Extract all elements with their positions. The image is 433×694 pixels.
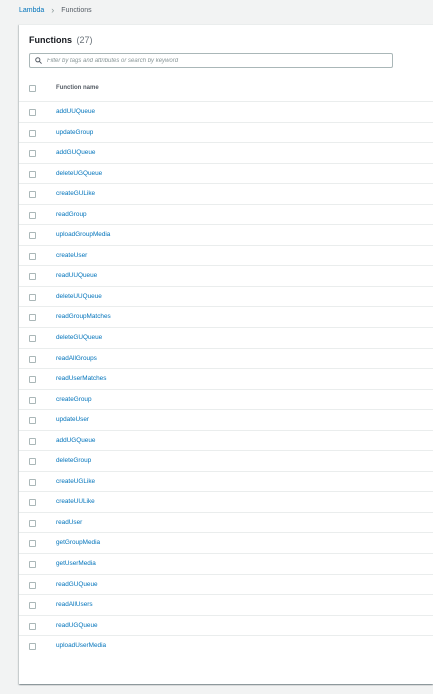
table-row[interactable]: addGUQueue: [19, 143, 433, 164]
table-row[interactable]: updateUser: [19, 410, 433, 431]
function-list: addUUQueue updateGroup addGUQueue deleteUGQ…: [19, 102, 433, 657]
row-checkbox[interactable]: [29, 170, 36, 178]
row-checkbox[interactable]: [29, 109, 36, 116]
row-checkbox[interactable]: [29, 150, 36, 158]
row-checkbox[interactable]: [29, 561, 36, 569]
function-name-link[interactable]: uploadGroupMedia: [56, 231, 110, 238]
table-row[interactable]: uploadGroupMedia: [19, 225, 433, 246]
function-name-link[interactable]: readAllUsers: [56, 601, 93, 608]
panel-title: Functions (27): [29, 35, 93, 45]
breadcrumb: Lambda › Functions: [19, 4, 92, 16]
table-row[interactable]: addUUQueue: [19, 102, 433, 123]
row-checkbox[interactable]: [29, 129, 36, 137]
function-name-link[interactable]: deleteGroup: [56, 457, 91, 464]
row-checkbox[interactable]: [29, 293, 36, 301]
table-row[interactable]: deleteGUQueue: [19, 328, 433, 349]
function-name-link[interactable]: updateGroup: [56, 129, 93, 136]
row-checkbox[interactable]: [29, 622, 36, 630]
row-checkbox[interactable]: [29, 458, 36, 466]
function-name-link[interactable]: readGUQueue: [56, 581, 98, 588]
row-checkbox[interactable]: [29, 211, 36, 219]
table-row[interactable]: updateGroup: [19, 123, 433, 144]
table-row[interactable]: readUser: [19, 513, 433, 534]
row-checkbox[interactable]: [29, 540, 36, 548]
function-name-link[interactable]: createUULike: [56, 498, 95, 505]
function-name-link[interactable]: addUGQueue: [56, 437, 95, 444]
panel-title-text: Functions: [29, 35, 72, 45]
table-row[interactable]: getUserMedia: [19, 554, 433, 575]
table-row[interactable]: createUULike: [19, 492, 433, 513]
table-header: Function name: [19, 76, 433, 102]
function-name-link[interactable]: readUserMatches: [56, 375, 106, 382]
function-name-link[interactable]: readUUQueue: [56, 272, 97, 279]
row-checkbox[interactable]: [29, 376, 36, 384]
function-name-link[interactable]: uploadUserMedia: [56, 642, 106, 649]
function-name-link[interactable]: readGroup: [56, 211, 87, 218]
search-box[interactable]: [29, 53, 393, 68]
table-row[interactable]: readGroup: [19, 205, 433, 226]
function-name-link[interactable]: createUser: [56, 252, 87, 259]
function-name-link[interactable]: createGroup: [56, 396, 92, 403]
function-name-link[interactable]: addUUQueue: [56, 108, 95, 115]
function-name-link[interactable]: getGroupMedia: [56, 539, 100, 546]
table-row[interactable]: createUGLike: [19, 472, 433, 493]
row-checkbox[interactable]: [29, 252, 36, 260]
row-checkbox[interactable]: [29, 519, 36, 527]
table-row[interactable]: createUser: [19, 246, 433, 267]
row-checkbox[interactable]: [29, 396, 36, 404]
breadcrumb-lambda-link[interactable]: Lambda: [19, 7, 44, 14]
function-count: (27): [76, 35, 93, 45]
row-checkbox[interactable]: [29, 232, 36, 240]
table-row[interactable]: createGULike: [19, 184, 433, 205]
function-name-link[interactable]: getUserMedia: [56, 560, 96, 567]
select-all-checkbox[interactable]: [29, 85, 36, 92]
row-checkbox[interactable]: [29, 191, 36, 199]
row-checkbox[interactable]: [29, 273, 36, 281]
function-name-link[interactable]: deleteUUQueue: [56, 293, 102, 300]
function-name-link[interactable]: updateUser: [56, 416, 89, 423]
row-checkbox[interactable]: [29, 499, 36, 507]
table-row[interactable]: uploadUserMedia: [19, 636, 433, 657]
table-row[interactable]: deleteUGQueue: [19, 164, 433, 185]
table-row[interactable]: deleteUUQueue: [19, 287, 433, 308]
function-name-link[interactable]: addGUQueue: [56, 149, 95, 156]
row-checkbox[interactable]: [29, 437, 36, 445]
row-checkbox[interactable]: [29, 581, 36, 589]
function-name-link[interactable]: readAllGroups: [56, 355, 97, 362]
breadcrumb-current: Functions: [61, 6, 92, 14]
table-row[interactable]: readGUQueue: [19, 575, 433, 596]
table-row[interactable]: createGroup: [19, 390, 433, 411]
row-checkbox[interactable]: [29, 602, 36, 610]
row-checkbox[interactable]: [29, 335, 36, 343]
function-name-link[interactable]: readUser: [56, 519, 82, 526]
table-row[interactable]: readGroupMatches: [19, 307, 433, 329]
column-header-function-name[interactable]: Function name: [56, 85, 99, 91]
chevron-right-icon: ›: [51, 4, 55, 15]
search-input[interactable]: [47, 57, 367, 64]
table-row[interactable]: readUserMatches: [19, 369, 433, 390]
function-name-link[interactable]: readUGQueue: [56, 622, 98, 629]
row-checkbox[interactable]: [29, 417, 36, 425]
table-row[interactable]: addUGQueue: [19, 431, 433, 452]
table-row[interactable]: readUUQueue: [19, 266, 433, 287]
table-row[interactable]: readAllUsers: [19, 595, 433, 616]
row-checkbox[interactable]: [29, 355, 36, 363]
row-checkbox[interactable]: [29, 314, 36, 322]
table-row[interactable]: readAllGroups: [19, 349, 433, 370]
function-name-link[interactable]: deleteGUQueue: [56, 334, 102, 341]
row-checkbox[interactable]: [29, 478, 36, 486]
table-row[interactable]: getGroupMedia: [19, 533, 433, 555]
function-name-link[interactable]: deleteUGQueue: [56, 170, 102, 177]
row-checkbox[interactable]: [29, 643, 36, 651]
function-name-link[interactable]: createUGLike: [56, 478, 95, 485]
functions-panel: Functions (27) Function name addUUQueue u…: [19, 24, 433, 684]
table-row[interactable]: deleteGroup: [19, 451, 433, 472]
function-name-link[interactable]: createGULike: [56, 190, 95, 197]
function-name-link[interactable]: readGroupMatches: [56, 313, 111, 320]
search-icon: [35, 57, 42, 64]
table-row[interactable]: readUGQueue: [19, 616, 433, 637]
